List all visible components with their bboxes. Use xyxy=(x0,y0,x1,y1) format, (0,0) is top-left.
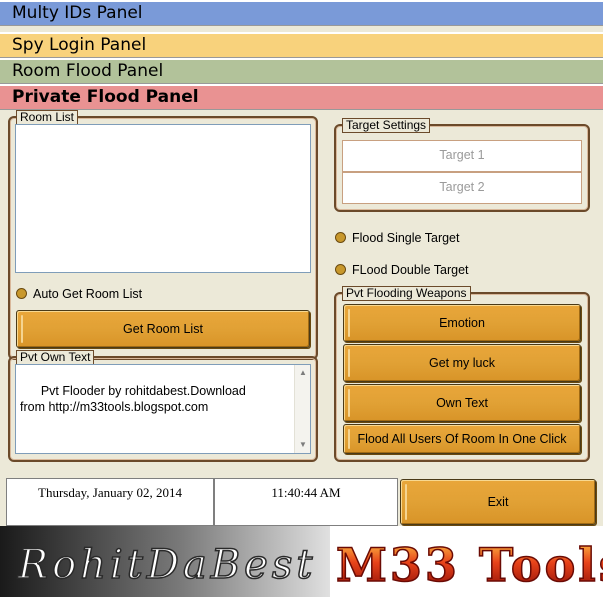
flood-double-target-option[interactable]: FLood Double Target xyxy=(335,262,469,278)
pvt-own-text-group: Pvt Own Text Pvt Flooder by rohitdabest.… xyxy=(8,350,318,462)
auto-get-radio-icon[interactable] xyxy=(16,288,27,299)
auto-get-room-list-label: Auto Get Room List xyxy=(33,287,143,301)
private-flood-panel-header[interactable]: Private Flood Panel xyxy=(0,84,603,110)
pvt-own-text-field[interactable]: Pvt Flooder by rohitdabest.Download from… xyxy=(15,364,311,454)
flood-single-target-label: Flood Single Target xyxy=(352,231,460,245)
spy-login-panel-header[interactable]: Spy Login Panel xyxy=(0,32,603,58)
multy-ids-panel-header[interactable]: Multy IDs Panel xyxy=(0,0,603,26)
logo-strip: RohitDaBest M33 Tools xyxy=(0,526,603,597)
room-flood-panel-header[interactable]: Room Flood Panel xyxy=(0,58,603,84)
time-display: 11:40:44 AM xyxy=(214,478,398,526)
scroll-down-icon[interactable]: ▼ xyxy=(296,438,310,452)
target-settings-group: Target Settings Target 1 Target 2 xyxy=(334,118,590,212)
target-2-input[interactable]: Target 2 xyxy=(342,172,582,204)
status-bar: Thursday, January 02, 2014 11:40:44 AM E… xyxy=(0,474,603,528)
target-settings-legend: Target Settings xyxy=(342,118,431,133)
rohitdabest-logo: RohitDaBest xyxy=(17,542,316,588)
emotion-button[interactable]: Emotion xyxy=(343,304,581,342)
m33-tools-logo: M33 Tools xyxy=(336,538,603,592)
private-flood-panel: Room List Auto Get Room List Get Room Li… xyxy=(6,110,598,466)
target-1-input[interactable]: Target 1 xyxy=(342,140,582,172)
logo-svg: RohitDaBest M33 Tools xyxy=(0,526,603,597)
own-text-button[interactable]: Own Text xyxy=(343,384,581,422)
auto-get-room-list-option[interactable]: Auto Get Room List xyxy=(16,286,142,302)
scroll-up-icon[interactable]: ▲ xyxy=(296,366,310,380)
flood-double-target-label: FLood Double Target xyxy=(352,263,469,277)
pvt-flooding-weapons-group: Pvt Flooding Weapons Emotion Get my luck… xyxy=(334,286,590,462)
flood-single-target-option[interactable]: Flood Single Target xyxy=(335,230,459,246)
room-list-box[interactable] xyxy=(15,124,311,273)
get-room-list-button[interactable]: Get Room List xyxy=(16,310,310,348)
get-my-luck-button[interactable]: Get my luck xyxy=(343,344,581,382)
flood-single-radio-icon[interactable] xyxy=(335,232,346,243)
room-list-group: Room List Auto Get Room List Get Room Li… xyxy=(8,110,318,360)
exit-button[interactable]: Exit xyxy=(400,479,596,525)
room-list-legend: Room List xyxy=(16,110,79,125)
pvt-flooding-weapons-legend: Pvt Flooding Weapons xyxy=(342,286,471,301)
flood-all-users-button[interactable]: Flood All Users Of Room In One Click xyxy=(343,424,581,454)
date-display: Thursday, January 02, 2014 xyxy=(6,478,214,526)
pvt-text-scrollbar[interactable]: ▲ ▼ xyxy=(294,365,310,453)
pvt-own-text-legend: Pvt Own Text xyxy=(16,350,95,365)
flood-double-radio-icon[interactable] xyxy=(335,264,346,275)
pvt-own-text-value: Pvt Flooder by rohitdabest.Download from… xyxy=(20,384,246,414)
